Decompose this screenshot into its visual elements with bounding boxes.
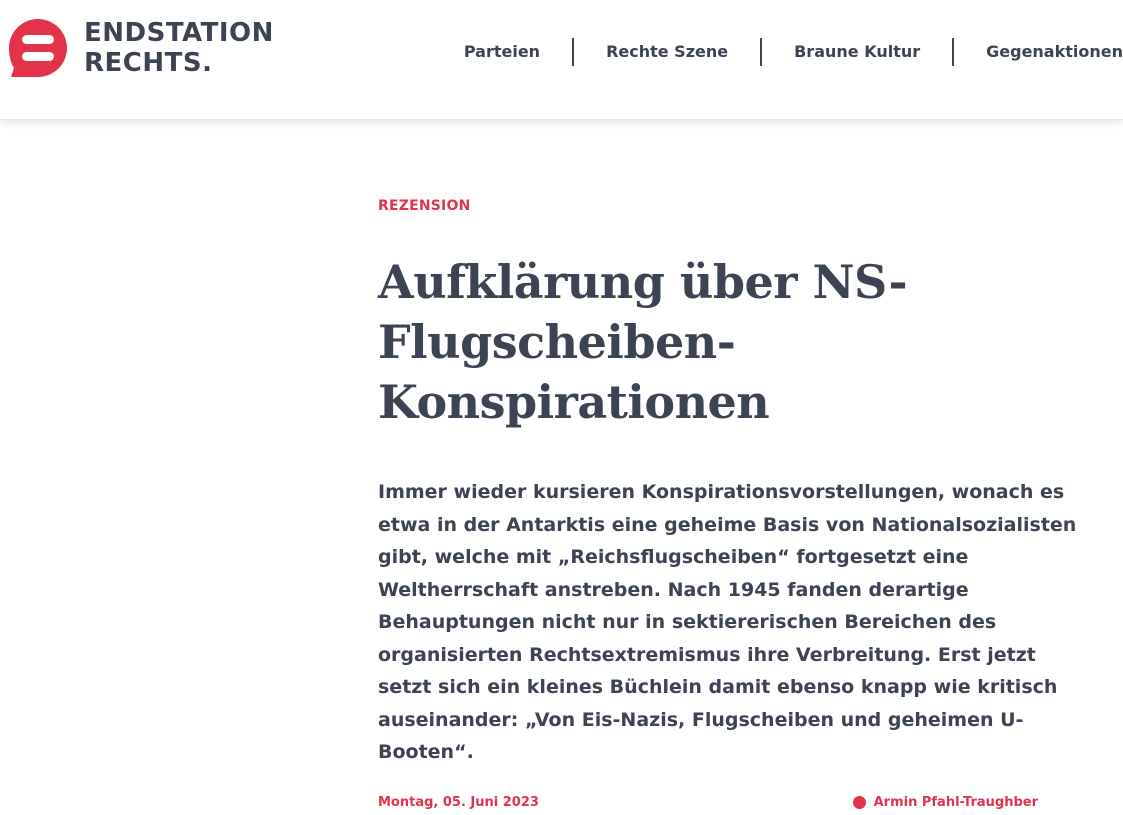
site-header: ENDSTATION RECHTS. Parteien Rechte Szene… [0, 0, 1123, 120]
article-date: Montag, 05. Juni 2023 [378, 794, 539, 810]
nav-item-braune-kultur[interactable]: Braune Kultur [760, 38, 952, 66]
article-author: Armin Pfahl-Traughber [873, 794, 1038, 810]
article-title: Aufklärung über NS-Flugscheiben-Konspira… [378, 255, 908, 429]
nav-item-parteien[interactable]: Parteien [432, 38, 572, 66]
site-logo[interactable]: ENDSTATION RECHTS. [8, 18, 308, 80]
nav-item-rechte-szene[interactable]: Rechte Szene [572, 38, 760, 66]
main-navigation: Parteien Rechte Szene Braune Kultur Gege… [432, 36, 1123, 68]
article-category[interactable]: REZENSION [378, 196, 1088, 216]
logo-wordmark: ENDSTATION RECHTS. [84, 18, 274, 78]
nav-item-gegenaktionen[interactable]: Gegenaktionen [952, 38, 1123, 66]
article-author-link[interactable]: Armin Pfahl-Traughber [852, 791, 1038, 815]
article-meta: Montag, 05. Juni 2023 Armin Pfahl-Traugh… [378, 791, 1038, 815]
logo-line-2: RECHTS. [84, 48, 274, 78]
author-dot-icon [852, 796, 866, 809]
speech-bubble-logo-icon [9, 19, 67, 77]
logo-line-2-text: RECHTS [84, 48, 203, 78]
logo-line-1: ENDSTATION [84, 18, 274, 48]
article: REZENSION Aufklärung über NS-Flugscheibe… [378, 196, 1088, 815]
article-lead: Immer wieder kursieren Konspirationsvors… [378, 481, 1077, 763]
logo-dot: . [202, 48, 213, 78]
